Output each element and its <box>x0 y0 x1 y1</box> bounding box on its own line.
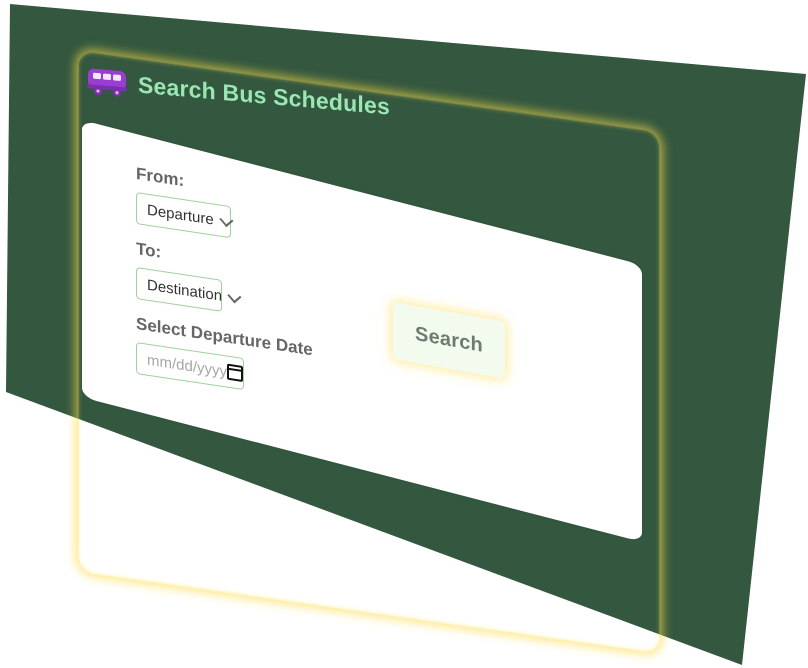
search-card: Search Bus Schedules From: Departure To:… <box>78 50 660 654</box>
calendar-icon <box>227 363 244 382</box>
from-select[interactable]: Departure <box>136 192 234 239</box>
card-header: Search Bus Schedules <box>86 64 390 123</box>
to-select-value: Destination <box>147 276 223 305</box>
search-form: From: Departure To: Destination Select D… <box>136 164 376 451</box>
page-title: Search Bus Schedules <box>138 71 390 120</box>
to-select[interactable]: Destination <box>136 267 242 312</box>
page-stage: Search Bus Schedules From: Departure To:… <box>0 0 808 668</box>
from-select-value: Departure <box>147 201 214 229</box>
date-input[interactable]: mm/dd/yyyy <box>136 342 244 391</box>
chevron-down-icon <box>227 289 242 304</box>
date-placeholder: mm/dd/yyyy <box>147 351 228 381</box>
chevron-down-icon <box>219 212 234 228</box>
bus-icon <box>86 64 128 100</box>
